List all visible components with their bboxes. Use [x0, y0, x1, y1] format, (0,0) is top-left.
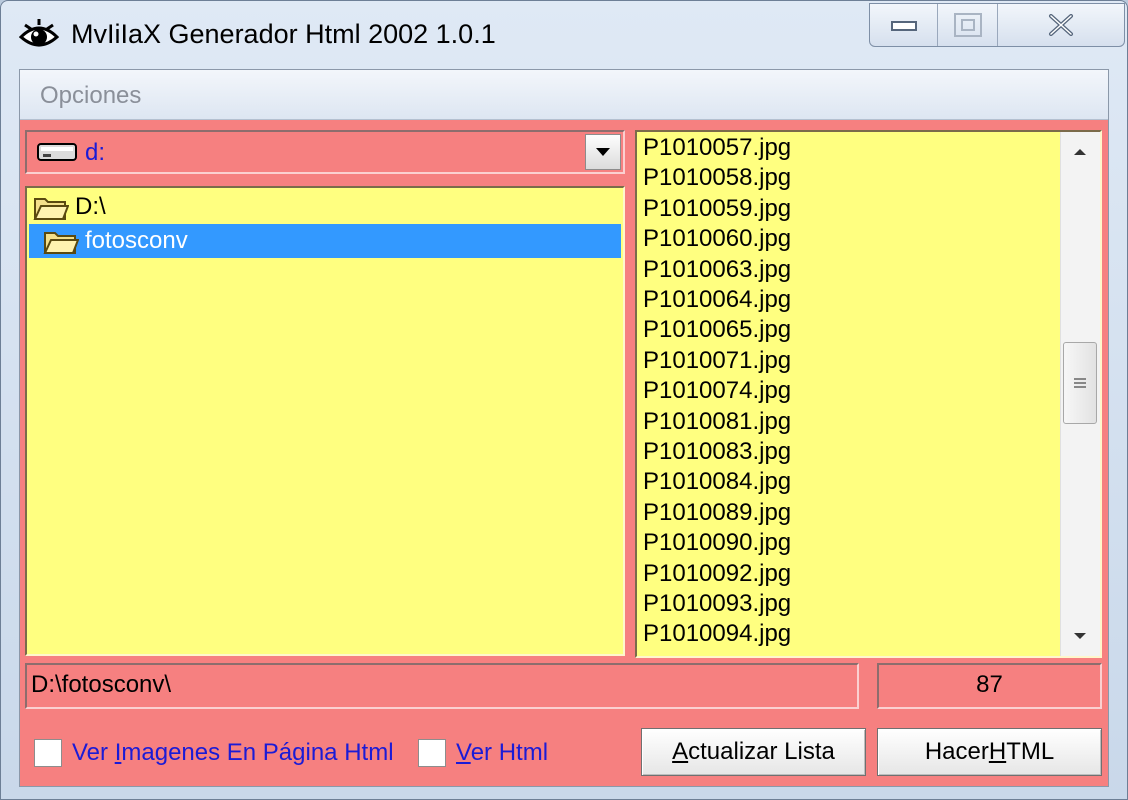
client-area: Opciones d: D:\ fotosconv P1010057.jpg P…: [19, 69, 1109, 787]
file-list[interactable]: P1010057.jpg P1010058.jpg P1010059.jpg P101…: [635, 130, 1102, 658]
eye-app-icon: [18, 15, 60, 55]
show-html-checkbox[interactable]: [418, 739, 446, 767]
scroll-thumb[interactable]: [1063, 342, 1097, 424]
arrow-down-icon: [1074, 633, 1086, 639]
file-item[interactable]: P1010083.jpg: [643, 438, 791, 466]
title-bar[interactable]: MvIiIaX Generador Html 2002 1.0.1: [1, 1, 1127, 69]
make-html-button[interactable]: Hacer H TML: [877, 728, 1102, 776]
open-folder-icon: [43, 227, 80, 255]
scroll-up-button[interactable]: [1061, 134, 1099, 170]
show-html-label: Ver Html: [456, 739, 549, 766]
path-field[interactable]: D:\fotosconv\: [25, 663, 859, 709]
close-button[interactable]: [998, 4, 1124, 46]
window-controls: [869, 3, 1125, 47]
file-list-scrollbar[interactable]: [1060, 132, 1100, 656]
drive-value: d:: [85, 139, 106, 166]
file-item[interactable]: P1010063.jpg: [643, 256, 791, 284]
grip-icon: [1074, 378, 1086, 388]
file-item[interactable]: P1010092.jpg: [643, 560, 791, 588]
file-item[interactable]: P1010058.jpg: [643, 164, 791, 192]
show-images-option[interactable]: Ver Imagenes En Página Html: [34, 736, 394, 770]
show-images-label: Ver Imagenes En Página Html: [72, 739, 394, 766]
drive-dropdown-button[interactable]: [585, 134, 621, 170]
drive-icon: [37, 142, 77, 162]
file-item[interactable]: P1010065.jpg: [643, 316, 791, 344]
dir-item-root[interactable]: D:\: [29, 190, 621, 224]
file-item[interactable]: P1010084.jpg: [643, 468, 791, 496]
file-item[interactable]: P1010081.jpg: [643, 408, 791, 436]
main-window: MvIiIaX Generador Html 2002 1.0.1 Opcion…: [0, 0, 1128, 800]
dir-item-fotosconv[interactable]: fotosconv: [29, 224, 621, 258]
arrow-up-icon: [1074, 149, 1086, 155]
file-item[interactable]: P1010071.jpg: [643, 347, 791, 375]
file-item[interactable]: P1010094.jpg: [643, 620, 791, 648]
refresh-list-button[interactable]: Actualizar Lista: [641, 728, 866, 776]
show-html-option[interactable]: Ver Html: [418, 736, 548, 770]
file-item[interactable]: P1010059.jpg: [643, 195, 791, 223]
minimize-icon: [890, 21, 917, 31]
file-count-field: 87: [877, 663, 1102, 709]
dir-label-root: D:\: [75, 193, 106, 220]
maximize-button[interactable]: [938, 4, 998, 46]
chevron-down-icon: [596, 148, 610, 156]
scroll-down-button[interactable]: [1061, 618, 1099, 654]
dir-label-fotosconv: fotosconv: [85, 227, 188, 254]
menu-opciones[interactable]: Opciones: [40, 82, 141, 110]
open-folder-icon: [33, 193, 70, 221]
file-item[interactable]: P1010090.jpg: [643, 529, 791, 557]
file-item[interactable]: P1010089.jpg: [643, 499, 791, 527]
minimize-button[interactable]: [870, 4, 938, 46]
file-item[interactable]: P1010093.jpg: [643, 590, 791, 618]
maximize-icon: [953, 13, 982, 37]
show-images-checkbox[interactable]: [34, 739, 62, 767]
file-item[interactable]: P1010060.jpg: [643, 225, 791, 253]
menu-bar: Opciones: [20, 70, 1108, 120]
file-item[interactable]: P1010064.jpg: [643, 286, 791, 314]
close-icon: [1049, 14, 1073, 36]
file-item[interactable]: P1010057.jpg: [643, 134, 791, 162]
file-item[interactable]: P1010074.jpg: [643, 377, 791, 405]
window-title: MvIiIaX Generador Html 2002 1.0.1: [71, 19, 496, 49]
drive-select[interactable]: d:: [25, 130, 625, 174]
directory-list[interactable]: D:\ fotosconv: [25, 186, 625, 656]
